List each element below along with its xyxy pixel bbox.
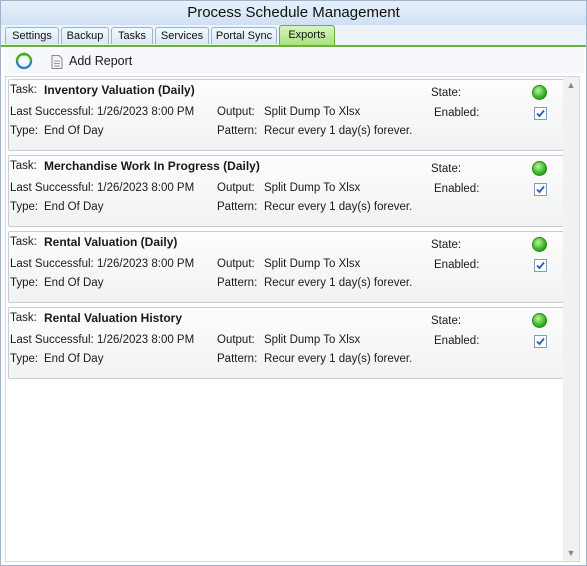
- pattern-label: Pattern:: [217, 353, 258, 365]
- type-label: Type:: [10, 201, 39, 213]
- document-icon: [51, 54, 63, 69]
- output-value: Split Dump To Xlsx: [264, 106, 361, 118]
- state-indicator-icon: [532, 237, 547, 252]
- report-card[interactable]: Task: Merchandise Work In Progress (Dail…: [8, 155, 564, 227]
- enabled-label: Enabled:: [434, 107, 480, 119]
- output-value: Split Dump To Xlsx: [264, 334, 361, 346]
- output-label: Output:: [217, 106, 255, 118]
- pattern-label: Pattern:: [217, 201, 258, 213]
- output-label: Output:: [217, 182, 255, 194]
- state-label: State:: [431, 315, 462, 327]
- tab-strip: Settings Backup Tasks Services Portal Sy…: [1, 25, 586, 45]
- scroll-up-icon[interactable]: ▲: [566, 80, 576, 90]
- report-list: Task: Inventory Valuation (Daily) Last S…: [5, 76, 565, 562]
- task-name: Rental Valuation (Daily): [44, 235, 178, 249]
- add-report-label: Add Report: [69, 54, 133, 68]
- last-successful-value: 1/26/2023 8:00 PM: [97, 106, 195, 118]
- last-successful-value: 1/26/2023 8:00 PM: [97, 334, 195, 346]
- tab-underline: [1, 45, 586, 47]
- last-successful-label: Last Successful:: [10, 334, 94, 346]
- pattern-value: Recur every 1 day(s) forever.: [264, 201, 413, 213]
- enabled-checkbox[interactable]: [534, 259, 547, 272]
- last-successful-value: 1/26/2023 8:00 PM: [97, 258, 195, 270]
- task-name: Merchandise Work In Progress (Daily): [44, 159, 260, 173]
- process-schedule-window: Process Schedule Management Settings Bac…: [0, 0, 587, 566]
- output-value: Split Dump To Xlsx: [264, 182, 361, 194]
- pattern-value: Recur every 1 day(s) forever.: [264, 125, 413, 137]
- enabled-checkbox[interactable]: [534, 107, 547, 120]
- enabled-label: Enabled:: [434, 259, 480, 271]
- type-value: End Of Day: [44, 277, 104, 289]
- last-successful-label: Last Successful:: [10, 106, 94, 118]
- tab-exports[interactable]: Exports: [279, 25, 335, 45]
- state-indicator-icon: [532, 161, 547, 176]
- task-name: Inventory Valuation (Daily): [44, 83, 195, 97]
- task-name: Rental Valuation History: [44, 311, 183, 325]
- output-value: Split Dump To Xlsx: [264, 258, 361, 270]
- tab-backup[interactable]: Backup: [61, 27, 109, 44]
- pattern-value: Recur every 1 day(s) forever.: [264, 353, 413, 365]
- add-report-button[interactable]: Add Report: [51, 51, 132, 71]
- tab-tasks[interactable]: Tasks: [111, 27, 153, 44]
- tab-services[interactable]: Services: [155, 27, 209, 44]
- report-card[interactable]: Task: Inventory Valuation (Daily) Last S…: [8, 79, 564, 151]
- tab-settings[interactable]: Settings: [5, 27, 59, 44]
- state-indicator-icon: [532, 85, 547, 100]
- last-successful-label: Last Successful:: [10, 182, 94, 194]
- output-label: Output:: [217, 334, 255, 346]
- type-value: End Of Day: [44, 201, 104, 213]
- task-label: Task:: [10, 312, 37, 324]
- task-label: Task:: [10, 84, 37, 96]
- pattern-label: Pattern:: [217, 277, 258, 289]
- last-successful-label: Last Successful:: [10, 258, 94, 270]
- vertical-scrollbar[interactable]: ▲ ▼: [563, 76, 580, 562]
- state-indicator-icon: [532, 313, 547, 328]
- last-successful-value: 1/26/2023 8:00 PM: [97, 182, 195, 194]
- state-label: State:: [431, 239, 462, 251]
- pattern-label: Pattern:: [217, 125, 258, 137]
- refresh-icon[interactable]: [15, 52, 33, 70]
- enabled-checkbox[interactable]: [534, 335, 547, 348]
- state-label: State:: [431, 163, 462, 175]
- type-label: Type:: [10, 125, 39, 137]
- enabled-checkbox[interactable]: [534, 183, 547, 196]
- output-label: Output:: [217, 258, 255, 270]
- enabled-label: Enabled:: [434, 183, 480, 195]
- enabled-label: Enabled:: [434, 335, 480, 347]
- task-label: Task:: [10, 236, 37, 248]
- report-card[interactable]: Task: Rental Valuation History Last Succ…: [8, 307, 564, 379]
- toolbar: Add Report: [5, 48, 584, 74]
- tab-portal-sync[interactable]: Portal Sync: [211, 27, 277, 44]
- window-title: Process Schedule Management: [1, 1, 586, 25]
- scroll-down-icon[interactable]: ▼: [566, 548, 576, 558]
- pattern-value: Recur every 1 day(s) forever.: [264, 277, 413, 289]
- type-label: Type:: [10, 353, 39, 365]
- type-value: End Of Day: [44, 353, 104, 365]
- type-label: Type:: [10, 277, 39, 289]
- report-card[interactable]: Task: Rental Valuation (Daily) Last Succ…: [8, 231, 564, 303]
- task-label: Task:: [10, 160, 37, 172]
- type-value: End Of Day: [44, 125, 104, 137]
- state-label: State:: [431, 87, 462, 99]
